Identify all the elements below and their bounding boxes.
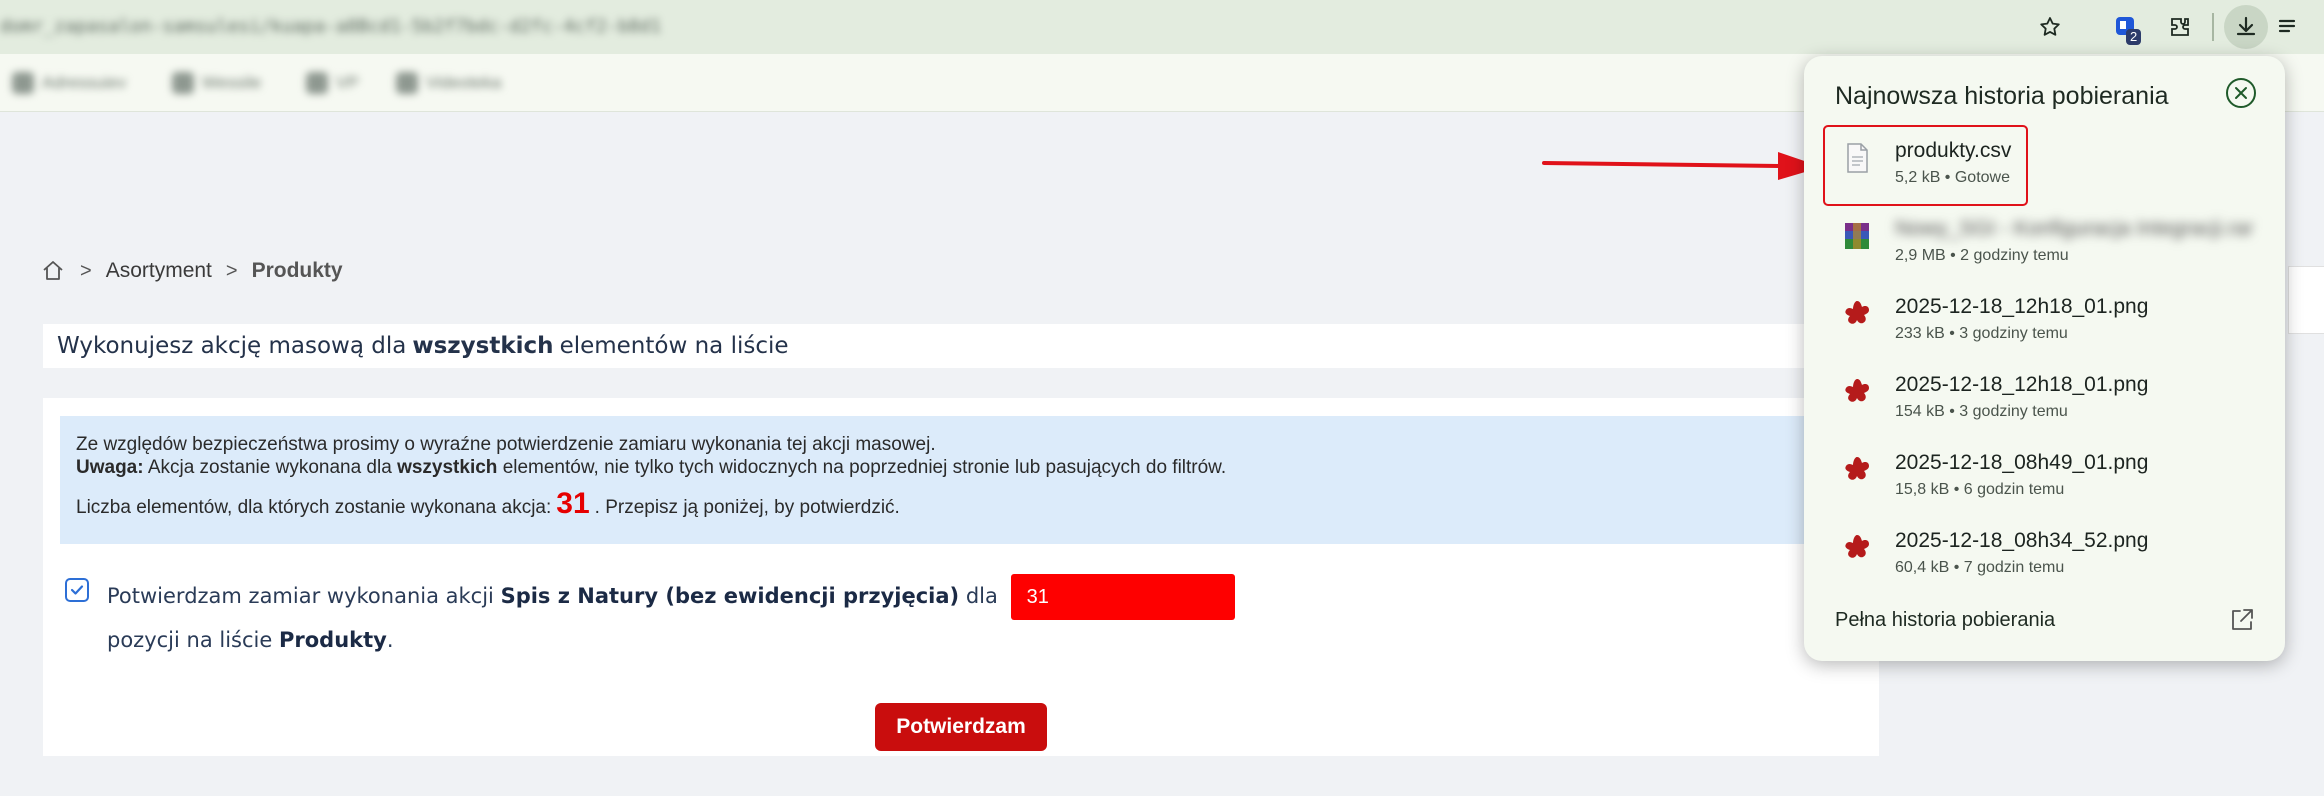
confirm-button[interactable]: Potwierdzam (875, 703, 1047, 751)
security-info-box: Ze względów bezpieczeństwa prosimy o wyr… (60, 416, 1860, 544)
count-suffix: . Przepisz ją poniżej, by potwierdzić. (594, 497, 900, 518)
download-item[interactable]: 2025-12-18_12h18_01.png 154 kB • 3 godzi… (1804, 357, 2285, 435)
download-file-name: 2025-12-18_08h49_01.png (1895, 451, 2149, 474)
media-menu-icon[interactable] (2268, 5, 2312, 49)
greenshot-image-icon (1845, 535, 1869, 558)
bookmark-star-icon[interactable] (2028, 5, 2072, 49)
confirm-checkbox[interactable] (65, 578, 89, 602)
download-item[interactable]: Nowy_SGI - Konfiguracja Integracji.rar 2… (1804, 201, 2285, 279)
count-line: Liczba elementów, dla których zostanie w… (76, 487, 1844, 520)
count-confirmation-input[interactable] (1010, 574, 1235, 620)
url-text[interactable]: domr_zapasalon-samsulesi/kuapa-a8Bcd1-5b… (0, 12, 820, 42)
header-bold: wszystkich (412, 333, 554, 359)
bulk-action-header: Wykonujesz akcję masową dla wszystkich e… (43, 324, 1879, 368)
confirm-text-b: dla (965, 584, 998, 608)
open-external-icon[interactable] (2228, 606, 2256, 634)
extension-badge-icon[interactable]: 2 (2104, 5, 2148, 49)
downloads-icon[interactable] (2224, 5, 2268, 49)
greenshot-image-icon (1845, 301, 1869, 324)
breadcrumb-separator: > (225, 259, 238, 282)
count-prefix: Liczba elementów, dla których zostanie w… (76, 497, 552, 518)
download-file-meta: 60,4 kB • 7 godzin temu (1895, 559, 2065, 576)
confirm-text-d: . (386, 628, 394, 652)
download-file-meta: 15,8 kB • 6 godzin temu (1895, 481, 2065, 498)
winrar-archive-icon (1845, 223, 1869, 249)
info-line-2-bold: wszystkich (397, 457, 498, 478)
info-line-2a: Akcja zostanie wykonana dla (147, 457, 392, 478)
download-file-name: 2025-12-18_08h34_52.png (1895, 529, 2149, 552)
action-name: Spis z Natury (bez ewidencji przyjęcia) (500, 584, 960, 608)
confirm-text-a: Potwierdzam zamiar wykonania akcji (107, 584, 494, 608)
download-file-meta: 2,9 MB • 2 godziny temu (1895, 247, 2069, 264)
info-line-1: Ze względów bezpieczeństwa prosimy o wyr… (76, 434, 936, 455)
warning-label: Uwaga: (76, 457, 144, 478)
greenshot-image-icon (1845, 457, 1869, 480)
download-file-name: 2025-12-18_12h18_01.png (1895, 373, 2149, 396)
bookmark-item[interactable]: Videoteka (396, 70, 501, 96)
list-name: Produkty (278, 628, 387, 652)
breadcrumb-separator: > (80, 259, 92, 282)
download-file-name: 2025-12-18_12h18_01.png (1895, 295, 2149, 318)
info-line-2: Uwaga: Akcja zostanie wykonana dla wszys… (76, 456, 1844, 479)
info-line-2b: elementów, nie tylko tych widocznych na … (502, 457, 1227, 478)
greenshot-image-icon (1845, 379, 1869, 402)
right-edge-panel (2288, 266, 2324, 334)
toolbar-divider (2212, 13, 2214, 41)
extensions-puzzle-icon[interactable] (2158, 5, 2202, 49)
download-item[interactable]: 2025-12-18_08h34_52.png 60,4 kB • 7 godz… (1804, 513, 2285, 591)
confirm-row: Potwierdzam zamiar wykonania akcji Spis … (65, 574, 1235, 660)
downloads-panel-title: Najnowsza historia pobierania (1835, 82, 2169, 110)
close-icon[interactable] (2224, 76, 2258, 110)
extension-badge-count: 2 (2126, 29, 2142, 45)
download-item[interactable]: 2025-12-18_08h49_01.png 15,8 kB • 6 godz… (1804, 435, 2285, 513)
annotation-highlight-box (1823, 125, 2028, 206)
header-prefix: Wykonujesz akcję masową dla (57, 333, 407, 359)
download-item[interactable]: 2025-12-18_12h18_01.png 233 kB • 3 godzi… (1804, 279, 2285, 357)
breadcrumb: > Asortyment > Produkty (40, 258, 343, 284)
home-icon[interactable] (40, 258, 66, 284)
breadcrumb-item-produkty: Produkty (251, 259, 343, 282)
confirm-text-c: pozycji na liście (107, 628, 273, 652)
full-download-history-link[interactable]: Pełna historia pobierania (1835, 609, 2055, 632)
bookmark-item[interactable]: Wessile (172, 70, 261, 96)
download-file-name: Nowy_SGI - Konfiguracja Integracji.rar (1895, 217, 2254, 240)
breadcrumb-item-asortyment[interactable]: Asortyment (106, 259, 212, 283)
annotation-arrow-icon (1542, 152, 1822, 180)
confirmation-card: Ze względów bezpieczeństwa prosimy o wyr… (43, 398, 1879, 756)
address-bar[interactable]: domr_zapasalon-samsulesi/kuapa-a8Bcd1-5b… (0, 0, 2324, 54)
toolbar-icons (2028, 0, 2072, 54)
element-count: 31 (556, 487, 590, 520)
extension-icons: 2 (2104, 0, 2312, 54)
header-suffix: elementów na liście (559, 333, 789, 359)
bookmark-item[interactable]: VP (306, 70, 359, 96)
download-file-meta: 233 kB • 3 godziny temu (1895, 325, 2068, 342)
confirm-text: Potwierdzam zamiar wykonania akcji Spis … (107, 574, 1235, 660)
bookmark-item[interactable]: Adressuiev (12, 70, 126, 96)
checkmark-icon (70, 585, 84, 595)
download-file-meta: 154 kB • 3 godziny temu (1895, 403, 2068, 420)
